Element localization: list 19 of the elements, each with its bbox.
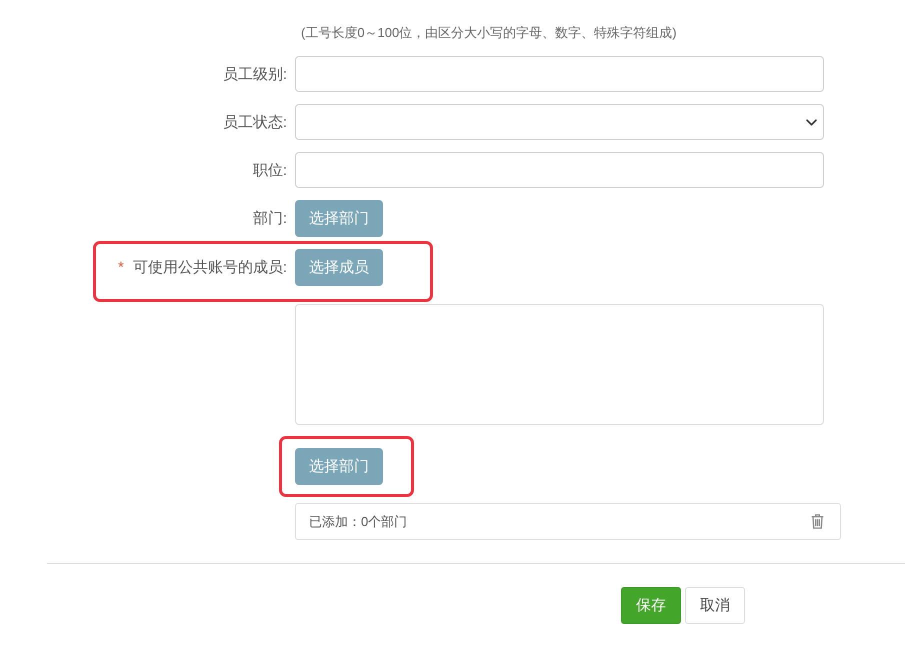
trash-icon[interactable] [811,514,824,529]
hint-text: (工号长度0～100位，由区分大小写的字母、数字、特殊字符组成) [301,24,677,42]
save-button[interactable]: 保存 [621,587,681,624]
summary-text: 已添加：0个部门 [309,512,408,530]
choose-button[interactable]: 选择成员 [295,249,383,286]
field-label: 可使用公共账号的成员: [132,258,287,277]
choose-button[interactable]: 选择部门 [295,200,383,237]
chevron-down-icon [806,118,817,126]
text-input[interactable] [295,152,824,188]
select-field[interactable] [295,104,824,140]
field-label: 员工状态: [222,112,287,132]
field-label: 部门: [252,209,287,228]
cancel-button[interactable]: 取消 [685,587,745,624]
choose-button[interactable]: 选择部门 [295,448,383,485]
text-input[interactable] [295,56,824,92]
required-asterisk: * [118,259,124,276]
text-area[interactable] [295,304,824,425]
field-label: 职位: [252,160,287,180]
field-label: 员工级别: [222,64,287,84]
